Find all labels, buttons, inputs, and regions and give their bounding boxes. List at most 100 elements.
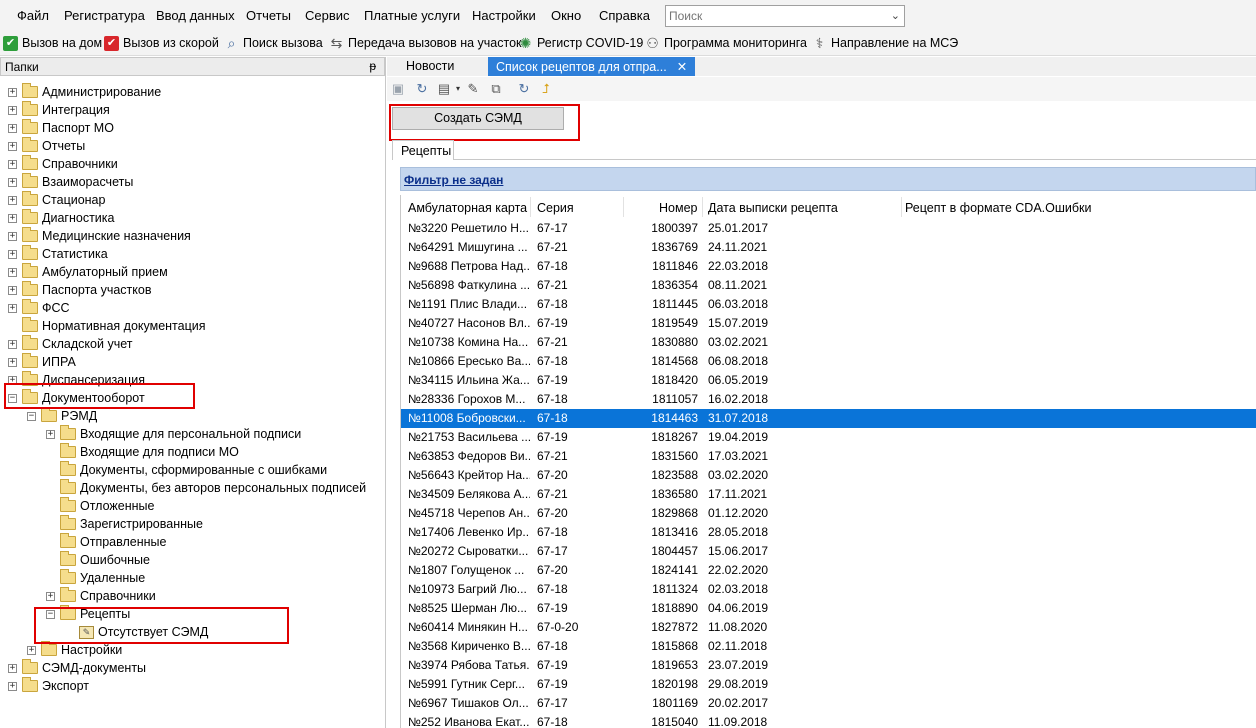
expand-icon[interactable]: + bbox=[8, 285, 17, 295]
expand-icon[interactable]: + bbox=[8, 141, 17, 151]
pin-icon[interactable]: ᵽ bbox=[369, 59, 376, 73]
column-separator[interactable] bbox=[901, 197, 902, 217]
table-row[interactable]: №1807 Голущенок ... 67-20 1824141 22.02.202… bbox=[401, 561, 1256, 580]
table-row[interactable]: №60414 Минякин Н... 67-0-20 1827872 11.08.2… bbox=[401, 618, 1256, 637]
search-input[interactable] bbox=[666, 6, 882, 26]
table-row[interactable]: №10866 Ересько Ва... 67-18 1814568 06.08.20… bbox=[401, 352, 1256, 371]
column-separator[interactable] bbox=[530, 197, 531, 217]
expand-icon[interactable]: + bbox=[8, 177, 17, 187]
menu-item-5[interactable]: Платные услуги bbox=[364, 8, 460, 23]
table-row[interactable]: №5991 Гутник Серг... 67-19 1820198 29.08.20… bbox=[401, 675, 1256, 694]
table-row[interactable]: №64291 Мишугина ... 67-21 1836769 24.11.202… bbox=[401, 238, 1256, 257]
tree-node[interactable]: Документы, сформированные с ошибками bbox=[46, 461, 327, 479]
tree-node[interactable]: + Амбулаторный прием bbox=[8, 263, 168, 281]
collapse-icon[interactable]: − bbox=[27, 411, 36, 421]
tree-node[interactable]: Отложенные bbox=[46, 497, 154, 515]
tree-node[interactable]: + Отчеты bbox=[8, 137, 85, 155]
refresh-icon[interactable]: ↻ bbox=[414, 81, 430, 97]
tree-node[interactable]: + Экспорт bbox=[8, 677, 89, 695]
menu-item-1[interactable]: Регистратура bbox=[64, 8, 145, 23]
tree-node[interactable]: Отправленные bbox=[46, 533, 166, 551]
column-header[interactable]: Номер bbox=[659, 195, 697, 219]
expand-icon[interactable]: + bbox=[8, 159, 17, 169]
expand-icon[interactable]: + bbox=[46, 591, 55, 601]
expand-icon[interactable]: + bbox=[46, 429, 55, 439]
tree-node[interactable]: Ошибочные bbox=[46, 551, 150, 569]
column-separator[interactable] bbox=[623, 197, 624, 217]
quick-button-1[interactable]: ✔ Вызов из скорой bbox=[104, 34, 219, 52]
table-row[interactable]: №34509 Белякова А... 67-21 1836580 17.11.20… bbox=[401, 485, 1256, 504]
column-header[interactable]: Рецепт в формате CDA.Ошибки bbox=[905, 195, 1091, 219]
table-row[interactable]: №8525 Шерман Лю... 67-19 1818890 04.06.2019 bbox=[401, 599, 1256, 618]
table-row[interactable]: №10973 Багрий Лю... 67-18 1811324 02.03.201… bbox=[401, 580, 1256, 599]
save-icon[interactable]: ▣ bbox=[390, 81, 406, 97]
column-header[interactable]: Серия bbox=[537, 195, 574, 219]
tree-node[interactable]: + Паспорт МО bbox=[8, 119, 114, 137]
column-separator[interactable] bbox=[702, 197, 703, 217]
expand-icon[interactable]: + bbox=[8, 123, 17, 133]
quick-button-4[interactable]: ✺ Регистр COVID-19 bbox=[518, 34, 644, 52]
tree-node[interactable]: Входящие для подписи МО bbox=[46, 443, 239, 461]
tree-node[interactable]: + Статистика bbox=[8, 245, 108, 263]
expand-icon[interactable]: + bbox=[27, 645, 36, 655]
table-row[interactable]: №45718 Черепов Ан... 67-20 1829868 01.12.20… bbox=[401, 504, 1256, 523]
column-header[interactable]: Амбулаторная карта bbox=[408, 195, 527, 219]
table-row[interactable]: №9688 Петрова Над... 67-18 1811846 22.03.20… bbox=[401, 257, 1256, 276]
menu-item-4[interactable]: Сервис bbox=[305, 8, 350, 23]
tab-recepty[interactable]: Рецепты bbox=[392, 140, 454, 160]
tree-node[interactable]: − РЭМД bbox=[27, 407, 97, 425]
tree-node[interactable]: Удаленные bbox=[46, 569, 145, 587]
tree-node[interactable]: + Взаиморасчеты bbox=[8, 173, 133, 191]
expand-icon[interactable]: + bbox=[8, 249, 17, 259]
table-row[interactable]: №63853 Федоров Ви... 67-21 1831560 17.03.20… bbox=[401, 447, 1256, 466]
tree-node[interactable]: + Паспорта участков bbox=[8, 281, 152, 299]
expand-icon[interactable]: + bbox=[8, 303, 17, 313]
filter-link[interactable]: Фильтр не задан bbox=[404, 173, 503, 187]
expand-icon[interactable]: + bbox=[8, 357, 17, 367]
tree-node[interactable]: + Входящие для персональной подписи bbox=[46, 425, 301, 443]
reload-icon[interactable]: ↻ bbox=[516, 81, 532, 97]
table-row[interactable]: №56898 Фаткулина ... 67-21 1836354 08.11.20… bbox=[401, 276, 1256, 295]
chevron-down-icon[interactable]: ⌄ bbox=[891, 9, 900, 22]
table-row[interactable]: №11008 Бобровски... 67-18 1814463 31.07.201… bbox=[401, 409, 1256, 428]
tab-0[interactable]: Новости bbox=[398, 57, 462, 76]
menu-item-3[interactable]: Отчеты bbox=[246, 8, 291, 23]
table-row[interactable]: №28336 Горохов М... 67-18 1811057 16.02.201… bbox=[401, 390, 1256, 409]
menu-item-7[interactable]: Окно bbox=[551, 8, 581, 23]
column-header[interactable]: Дата выписки рецепта bbox=[708, 195, 838, 219]
table-row[interactable]: №1191 Плис Влади... 67-18 1811445 06.03.201… bbox=[401, 295, 1256, 314]
expand-icon[interactable]: + bbox=[8, 195, 17, 205]
table-row[interactable]: №3220 Решетило Н... 67-17 1800397 25.01.201… bbox=[401, 219, 1256, 238]
quick-button-5[interactable]: ⚇ Программа мониторинга bbox=[645, 34, 807, 52]
close-icon[interactable]: ✕ bbox=[677, 60, 687, 74]
table-row[interactable]: №10738 Комина На... 67-21 1830880 03.02.202… bbox=[401, 333, 1256, 352]
table-row[interactable]: №40727 Насонов Вл... 67-19 1819549 15.07.20… bbox=[401, 314, 1256, 333]
expand-icon[interactable]: + bbox=[8, 105, 17, 115]
table-row[interactable]: №252 Иванова Екат... 67-18 1815040 11.09.20… bbox=[401, 713, 1256, 728]
tree-node[interactable]: + Складской учет bbox=[8, 335, 132, 353]
expand-icon[interactable]: + bbox=[8, 231, 17, 241]
expand-icon[interactable]: + bbox=[8, 339, 17, 349]
table-row[interactable]: №20272 Сыроватки... 67-17 1804457 15.06.201… bbox=[401, 542, 1256, 561]
chevron-down-icon[interactable]: ▾ bbox=[450, 81, 466, 97]
expand-icon[interactable]: + bbox=[8, 87, 17, 97]
copy-doc-icon[interactable]: ⧉ bbox=[488, 81, 504, 97]
table-row[interactable]: №3568 Кириченко В... 67-18 1815868 02.11.20… bbox=[401, 637, 1256, 656]
table-row[interactable]: №56643 Крейтор На... 67-20 1823588 03.02.20… bbox=[401, 466, 1256, 485]
expand-icon[interactable]: + bbox=[8, 681, 17, 691]
tree-node[interactable]: + Интеграция bbox=[8, 101, 110, 119]
expand-icon[interactable]: + bbox=[8, 663, 17, 673]
tree-node[interactable]: Документы, без авторов персональных подп… bbox=[46, 479, 366, 497]
table-row[interactable]: №6967 Тишаков Ол... 67-17 1801169 20.02.201… bbox=[401, 694, 1256, 713]
table-row[interactable]: №34115 Ильина Жа... 67-19 1818420 06.05.201… bbox=[401, 371, 1256, 390]
edit-doc-icon[interactable]: ✎ bbox=[465, 81, 481, 97]
quick-button-0[interactable]: ✔ Вызов на дом bbox=[3, 34, 102, 52]
menu-item-0[interactable]: Файл bbox=[17, 8, 49, 23]
tree-node[interactable]: + Администрирование bbox=[8, 83, 161, 101]
tree-node[interactable]: Нормативная документация bbox=[8, 317, 206, 335]
tree-node[interactable]: Зарегистрированные bbox=[46, 515, 203, 533]
quick-button-2[interactable]: ⌕ Поиск вызова bbox=[224, 34, 323, 52]
tab-1[interactable]: Список рецептов для отпра... ✕ bbox=[488, 57, 696, 76]
menu-item-8[interactable]: Справка bbox=[599, 8, 650, 23]
expand-icon[interactable]: + bbox=[8, 213, 17, 223]
